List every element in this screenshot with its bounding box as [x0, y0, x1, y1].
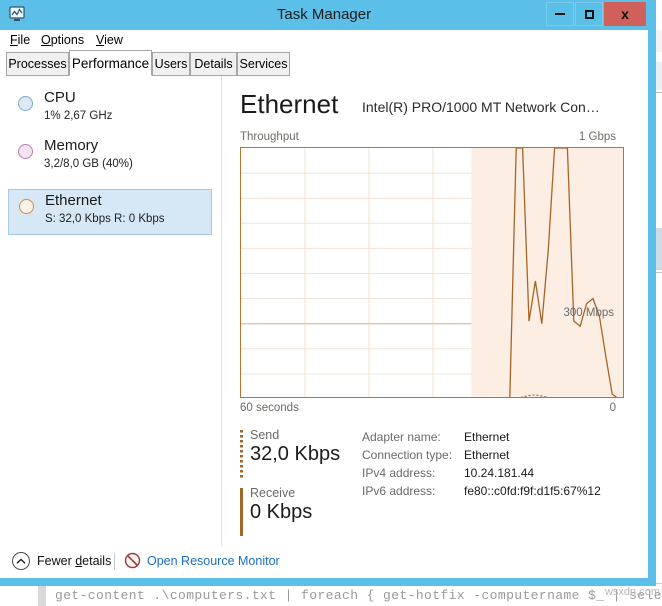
receive-value: 0 Kbps	[250, 501, 313, 523]
minimize-button[interactable]	[546, 2, 574, 26]
background-console-bar	[38, 585, 46, 606]
background-console-text: get-content .\computers.txt | foreach { …	[55, 588, 662, 603]
info-key: Adapter name:	[362, 430, 441, 444]
info-value: Ethernet	[464, 430, 510, 444]
window-bottom-border	[0, 578, 656, 586]
sidebar-item-subtitle: 1% 2,67 GHz	[44, 110, 113, 122]
maximize-icon	[584, 9, 594, 19]
window-right-border	[648, 0, 656, 586]
tab-services[interactable]: Services	[237, 52, 290, 76]
sidebar-item-label: Memory	[44, 137, 99, 154]
ethernet-indicator-icon	[19, 199, 34, 214]
send-value: 32,0 Kbps	[250, 443, 341, 465]
sidebar-item-ethernet[interactable]: Ethernet S: 32,0 Kbps R: 0 Kbps	[8, 189, 212, 235]
minimize-icon	[555, 13, 565, 15]
receive-indicator-icon	[240, 488, 243, 536]
fewer-details-label: Fewer details	[37, 554, 112, 568]
info-value: Ethernet	[464, 448, 510, 462]
open-resource-monitor-label: Open Resource Monitor	[147, 553, 280, 568]
info-key: IPv6 address:	[362, 484, 436, 498]
footer-bar: Fewer details Open Resource Monitor	[0, 546, 648, 578]
maximize-button[interactable]	[575, 2, 603, 26]
title-bar[interactable]: Task Manager x	[0, 0, 648, 30]
tab-strip: Processes Performance Users Details Serv…	[0, 50, 648, 76]
info-key: Connection type:	[362, 448, 453, 462]
chevron-up-icon	[12, 552, 30, 570]
page-title: Ethernet	[240, 89, 339, 119]
resource-monitor-icon	[124, 552, 141, 569]
ethernet-detail-pane: Ethernet Intel(R) PRO/1000 MT Network Co…	[222, 76, 648, 546]
graph-mid-label: 300 Mbps	[563, 307, 614, 319]
adapter-subtitle: Intel(R) PRO/1000 MT Network Con…	[362, 99, 600, 115]
throughput-graph[interactable]	[240, 147, 624, 398]
footer-separator	[114, 553, 115, 570]
sidebar-item-label: Ethernet	[45, 192, 102, 209]
send-indicator-icon	[240, 430, 243, 478]
cpu-indicator-icon	[18, 96, 33, 111]
menu-item-file[interactable]: File	[10, 33, 30, 47]
tab-details[interactable]: Details	[190, 52, 237, 76]
axis-label-time: 60 seconds	[240, 402, 299, 414]
close-icon: x	[621, 6, 629, 22]
sidebar-item-memory[interactable]: Memory 3,2/8,0 GB (40%)	[8, 135, 212, 181]
performance-sidebar: CPU 1% 2,67 GHz Memory 3,2/8,0 GB (40%) …	[0, 76, 222, 546]
graph-label-max: 1 Gbps	[578, 131, 616, 143]
sidebar-item-subtitle: S: 32,0 Kbps R: 0 Kbps	[45, 213, 165, 225]
task-manager-window: Task Manager x File Options View Process…	[0, 0, 656, 586]
tab-processes[interactable]: Processes	[6, 52, 69, 76]
menu-item-view[interactable]: View	[96, 33, 123, 47]
content-area: CPU 1% 2,67 GHz Memory 3,2/8,0 GB (40%) …	[0, 76, 648, 546]
axis-label-zero: 0	[609, 402, 616, 414]
close-button[interactable]: x	[604, 2, 646, 26]
tab-users[interactable]: Users	[152, 52, 190, 76]
fewer-details-button[interactable]: Fewer details	[12, 552, 111, 570]
network-stats: Send 32,0 Kbps Receive 0 Kbps Adapter na…	[234, 428, 648, 538]
info-value: 10.24.181.44	[464, 466, 535, 480]
sidebar-item-label: CPU	[44, 89, 76, 106]
open-resource-monitor-link[interactable]: Open Resource Monitor	[124, 552, 280, 569]
send-label: Send	[250, 428, 280, 442]
info-key: IPv4 address:	[362, 466, 436, 480]
tab-performance[interactable]: Performance	[69, 50, 152, 76]
menu-bar: File Options View	[0, 30, 648, 52]
throughput-graph-svg	[241, 148, 623, 397]
receive-label: Receive	[250, 486, 296, 500]
graph-label-throughput: Throughput	[240, 131, 299, 143]
memory-indicator-icon	[18, 144, 33, 159]
menu-item-options[interactable]: Options	[41, 33, 84, 47]
sidebar-item-subtitle: 3,2/8,0 GB (40%)	[44, 158, 133, 170]
info-value: fe80::c0fd:f9f:d1f5:67%12	[464, 484, 601, 498]
watermark: wsxdn.com	[604, 586, 660, 598]
sidebar-item-cpu[interactable]: CPU 1% 2,67 GHz	[8, 87, 212, 133]
